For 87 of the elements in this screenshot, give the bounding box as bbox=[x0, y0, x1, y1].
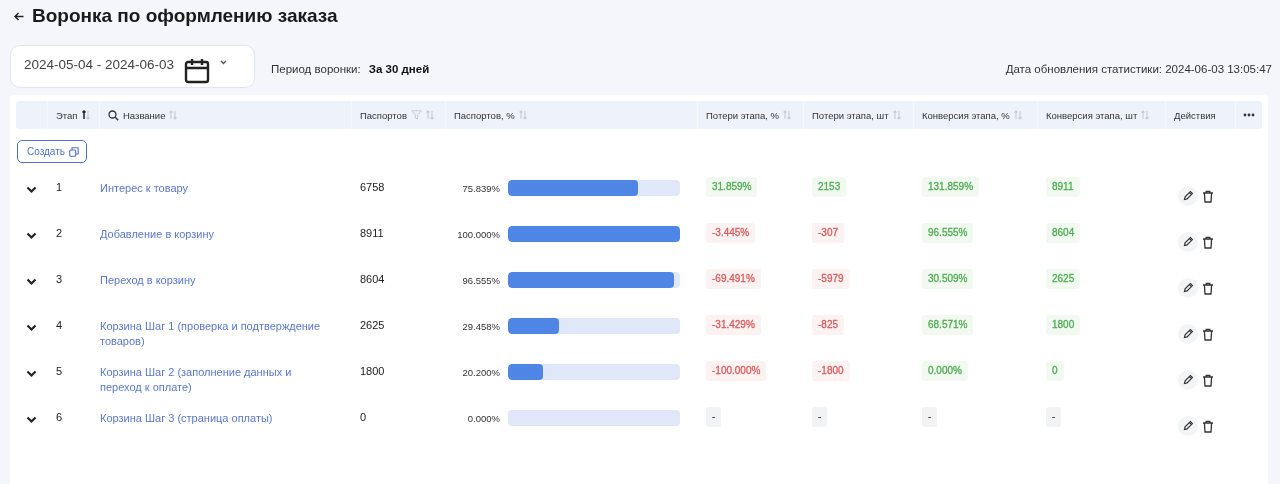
metric-tag: 30.509% bbox=[922, 269, 974, 289]
trash-icon[interactable] bbox=[1202, 327, 1214, 341]
column-header: Потери этапа, шт bbox=[812, 109, 889, 121]
trash-icon[interactable] bbox=[1202, 281, 1214, 295]
metric-tag: -31.429% bbox=[706, 315, 761, 335]
column-header: Действия bbox=[1174, 109, 1216, 121]
pencil-icon[interactable] bbox=[1178, 278, 1198, 298]
back-arrow-icon[interactable] bbox=[14, 11, 24, 21]
stage-number: 3 bbox=[56, 273, 63, 285]
column-header: Потери этапа, % bbox=[706, 109, 779, 121]
chevron-down-icon[interactable] bbox=[26, 370, 37, 378]
metric-tag: 2153 bbox=[812, 177, 847, 197]
chevron-down-icon[interactable] bbox=[26, 278, 37, 286]
passports-count: 6758 bbox=[360, 181, 385, 193]
chevron-down-icon[interactable] bbox=[26, 324, 37, 332]
pencil-icon[interactable] bbox=[1178, 232, 1198, 252]
sort-icon[interactable] bbox=[81, 110, 90, 120]
copy-icon bbox=[69, 146, 79, 157]
trash-icon[interactable] bbox=[1202, 373, 1214, 387]
calendar-icon[interactable] bbox=[184, 57, 211, 84]
create-button[interactable]: Создать bbox=[17, 140, 87, 163]
update-date: Дата обновления статистики: 2024-06-03 13:05:47 bbox=[1005, 62, 1272, 75]
metric-tag: -100.000% bbox=[706, 361, 767, 381]
stage-number: 2 bbox=[56, 227, 63, 239]
column-header: Паспортов bbox=[360, 109, 407, 121]
column-header: Конверсия этапа, шт bbox=[1046, 109, 1138, 121]
trash-icon[interactable] bbox=[1202, 419, 1214, 433]
metric-tag: - bbox=[1046, 407, 1062, 427]
passports-count: 8911 bbox=[360, 227, 384, 239]
stage-name-link[interactable]: Интерес к товару bbox=[100, 181, 332, 196]
metric-tag: -5979 bbox=[812, 269, 850, 289]
pencil-icon[interactable] bbox=[1178, 324, 1198, 344]
metric-tag: 1800 bbox=[1046, 315, 1081, 335]
percent-value: 75.839% bbox=[461, 182, 500, 194]
search-icon[interactable] bbox=[108, 109, 119, 121]
column-header: Этап bbox=[56, 109, 78, 121]
metric-tag: -1800 bbox=[812, 361, 850, 381]
metric-tag: 131.859% bbox=[922, 177, 980, 197]
stage-number: 4 bbox=[56, 319, 63, 331]
stage-name-link[interactable]: Корзина Шаг 1 (проверка и подтверждение товаров) bbox=[100, 319, 332, 349]
metric-tag: 8604 bbox=[1046, 223, 1081, 243]
column-header: Название bbox=[123, 109, 166, 121]
metric-tag: 0.000% bbox=[922, 361, 968, 381]
metric-tag: 96.555% bbox=[922, 223, 974, 243]
metric-tag: 2625 bbox=[1046, 269, 1081, 289]
pencil-icon[interactable] bbox=[1178, 186, 1198, 206]
stage-number: 6 bbox=[56, 411, 63, 423]
chevron-down-icon[interactable] bbox=[26, 416, 37, 424]
stage-name-link[interactable]: Корзина Шаг 2 (заполнение данных и переход к оплате) bbox=[100, 365, 332, 395]
trash-icon[interactable] bbox=[1202, 235, 1214, 249]
metric-tag: 31.859% bbox=[706, 177, 758, 197]
passports-count: 2625 bbox=[360, 319, 385, 331]
period-label: Период воронки: bbox=[271, 63, 361, 75]
passports-count: 0 bbox=[360, 411, 367, 423]
pencil-icon[interactable] bbox=[1178, 370, 1198, 390]
metric-tag: -69.491% bbox=[706, 269, 761, 289]
chevron-down-icon[interactable] bbox=[26, 232, 37, 240]
metric-tag: - bbox=[922, 407, 938, 427]
percent-value: 100.000% bbox=[456, 228, 500, 240]
metric-tag: 0 bbox=[1046, 361, 1064, 381]
stage-name-link[interactable]: Переход в корзину bbox=[100, 273, 332, 288]
metric-tag: - bbox=[812, 407, 828, 427]
metric-tag: -825 bbox=[812, 315, 844, 335]
column-header: Паспортов, % bbox=[454, 109, 515, 121]
chevron-down-icon[interactable] bbox=[26, 186, 37, 194]
percent-value: 96.555% bbox=[461, 274, 500, 286]
trash-icon[interactable] bbox=[1202, 189, 1214, 203]
page-title: Воронка по оформлению заказа bbox=[32, 5, 338, 27]
percent-value: 20.200% bbox=[461, 366, 500, 378]
stage-number: 1 bbox=[56, 181, 63, 193]
column-header: Конверсия этапа, % bbox=[922, 109, 1010, 121]
metric-tag: -307 bbox=[812, 223, 844, 243]
stage-name-link[interactable]: Корзина Шаг 3 (страница оплаты) bbox=[100, 411, 332, 426]
stage-name-link[interactable]: Добавление в корзину bbox=[100, 227, 332, 242]
passports-count: 1800 bbox=[360, 365, 385, 377]
chevron-down-icon[interactable] bbox=[220, 60, 228, 65]
metric-tag: -3.445% bbox=[706, 223, 756, 243]
metric-tag: - bbox=[706, 407, 722, 427]
metric-tag: 68.571% bbox=[922, 315, 974, 335]
percent-value: 29.458% bbox=[461, 320, 500, 332]
pencil-icon[interactable] bbox=[1178, 416, 1198, 436]
stage-number: 5 bbox=[56, 365, 63, 377]
percent-value: 0.000% bbox=[466, 412, 500, 424]
metric-tag: 8911 bbox=[1046, 177, 1080, 197]
more-icon[interactable] bbox=[1243, 113, 1255, 117]
period-value: За 30 дней bbox=[368, 63, 430, 75]
passports-count: 8604 bbox=[360, 273, 385, 285]
